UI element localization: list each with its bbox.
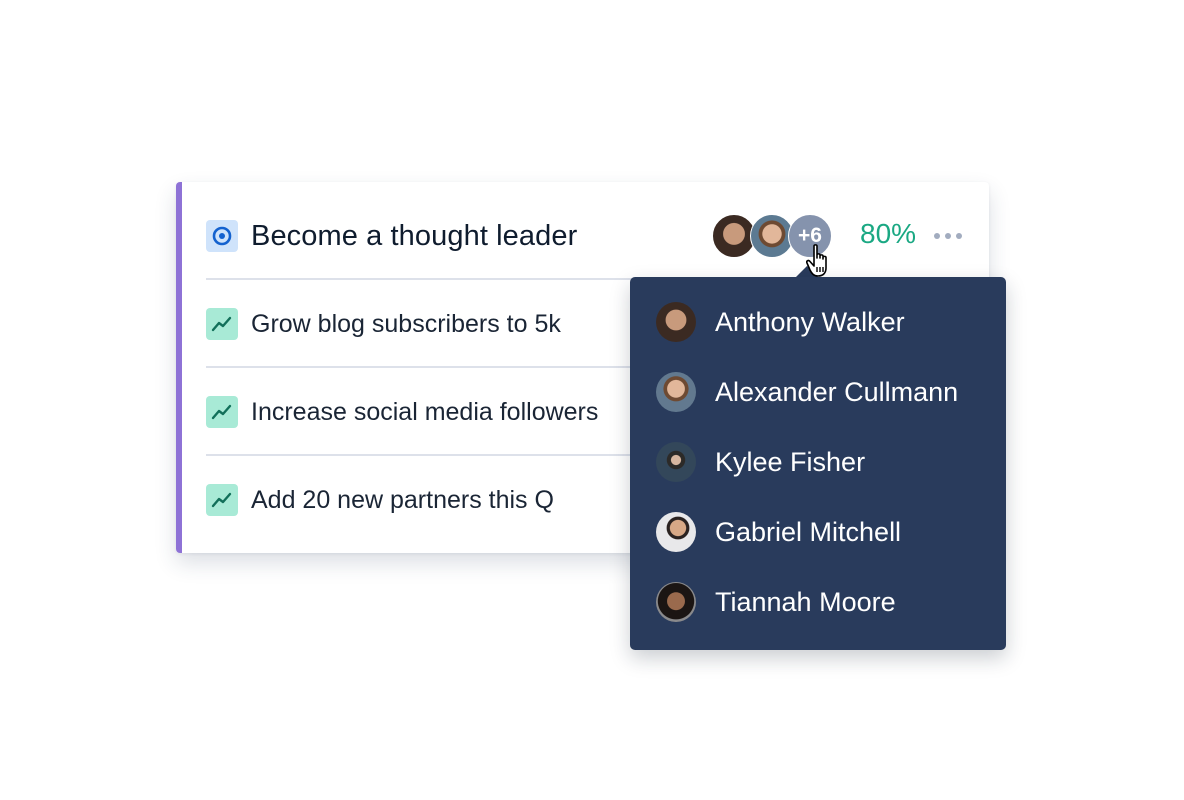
avatar [656,512,696,552]
avatar [656,302,696,342]
owner-name: Kylee Fisher [715,446,866,477]
more-horizontal-icon[interactable] [934,231,962,241]
owner-list-item[interactable]: Alexander Cullmann [656,372,958,412]
key-result-title: Add 20 new partners this Q [251,485,554,514]
owner-list-item[interactable]: Gabriel Mitchell [656,512,901,552]
objective-title: Become a thought leader [251,219,578,252]
objective-row[interactable]: Become a thought leader [206,216,959,256]
avatar [656,372,696,412]
trend-up-icon [206,484,238,516]
owner-name: Alexander Cullmann [715,376,959,407]
trend-up-icon [206,396,238,428]
avatar [656,582,696,622]
owners-dropdown: Anthony Walker Alexander Cullmann Kylee … [630,277,1006,650]
target-icon [206,220,238,252]
owner-list-item[interactable]: Tiannah Moore [656,582,896,622]
trend-up-icon [206,308,238,340]
progress-percent: 80% [860,218,917,249]
owner-name: Gabriel Mitchell [715,516,902,547]
owner-list-item[interactable]: Anthony Walker [656,302,905,342]
hand-pointer-cursor-icon [806,244,827,277]
key-result-title: Increase social media followers [251,397,599,426]
owner-name: Anthony Walker [715,306,905,337]
avatar [656,442,696,482]
owner-name: Tiannah Moore [715,586,896,617]
owner-list-item[interactable]: Kylee Fisher [656,442,865,482]
key-result-title: Grow blog subscribers to 5k [251,309,561,338]
objective-accent-bar [176,182,182,553]
